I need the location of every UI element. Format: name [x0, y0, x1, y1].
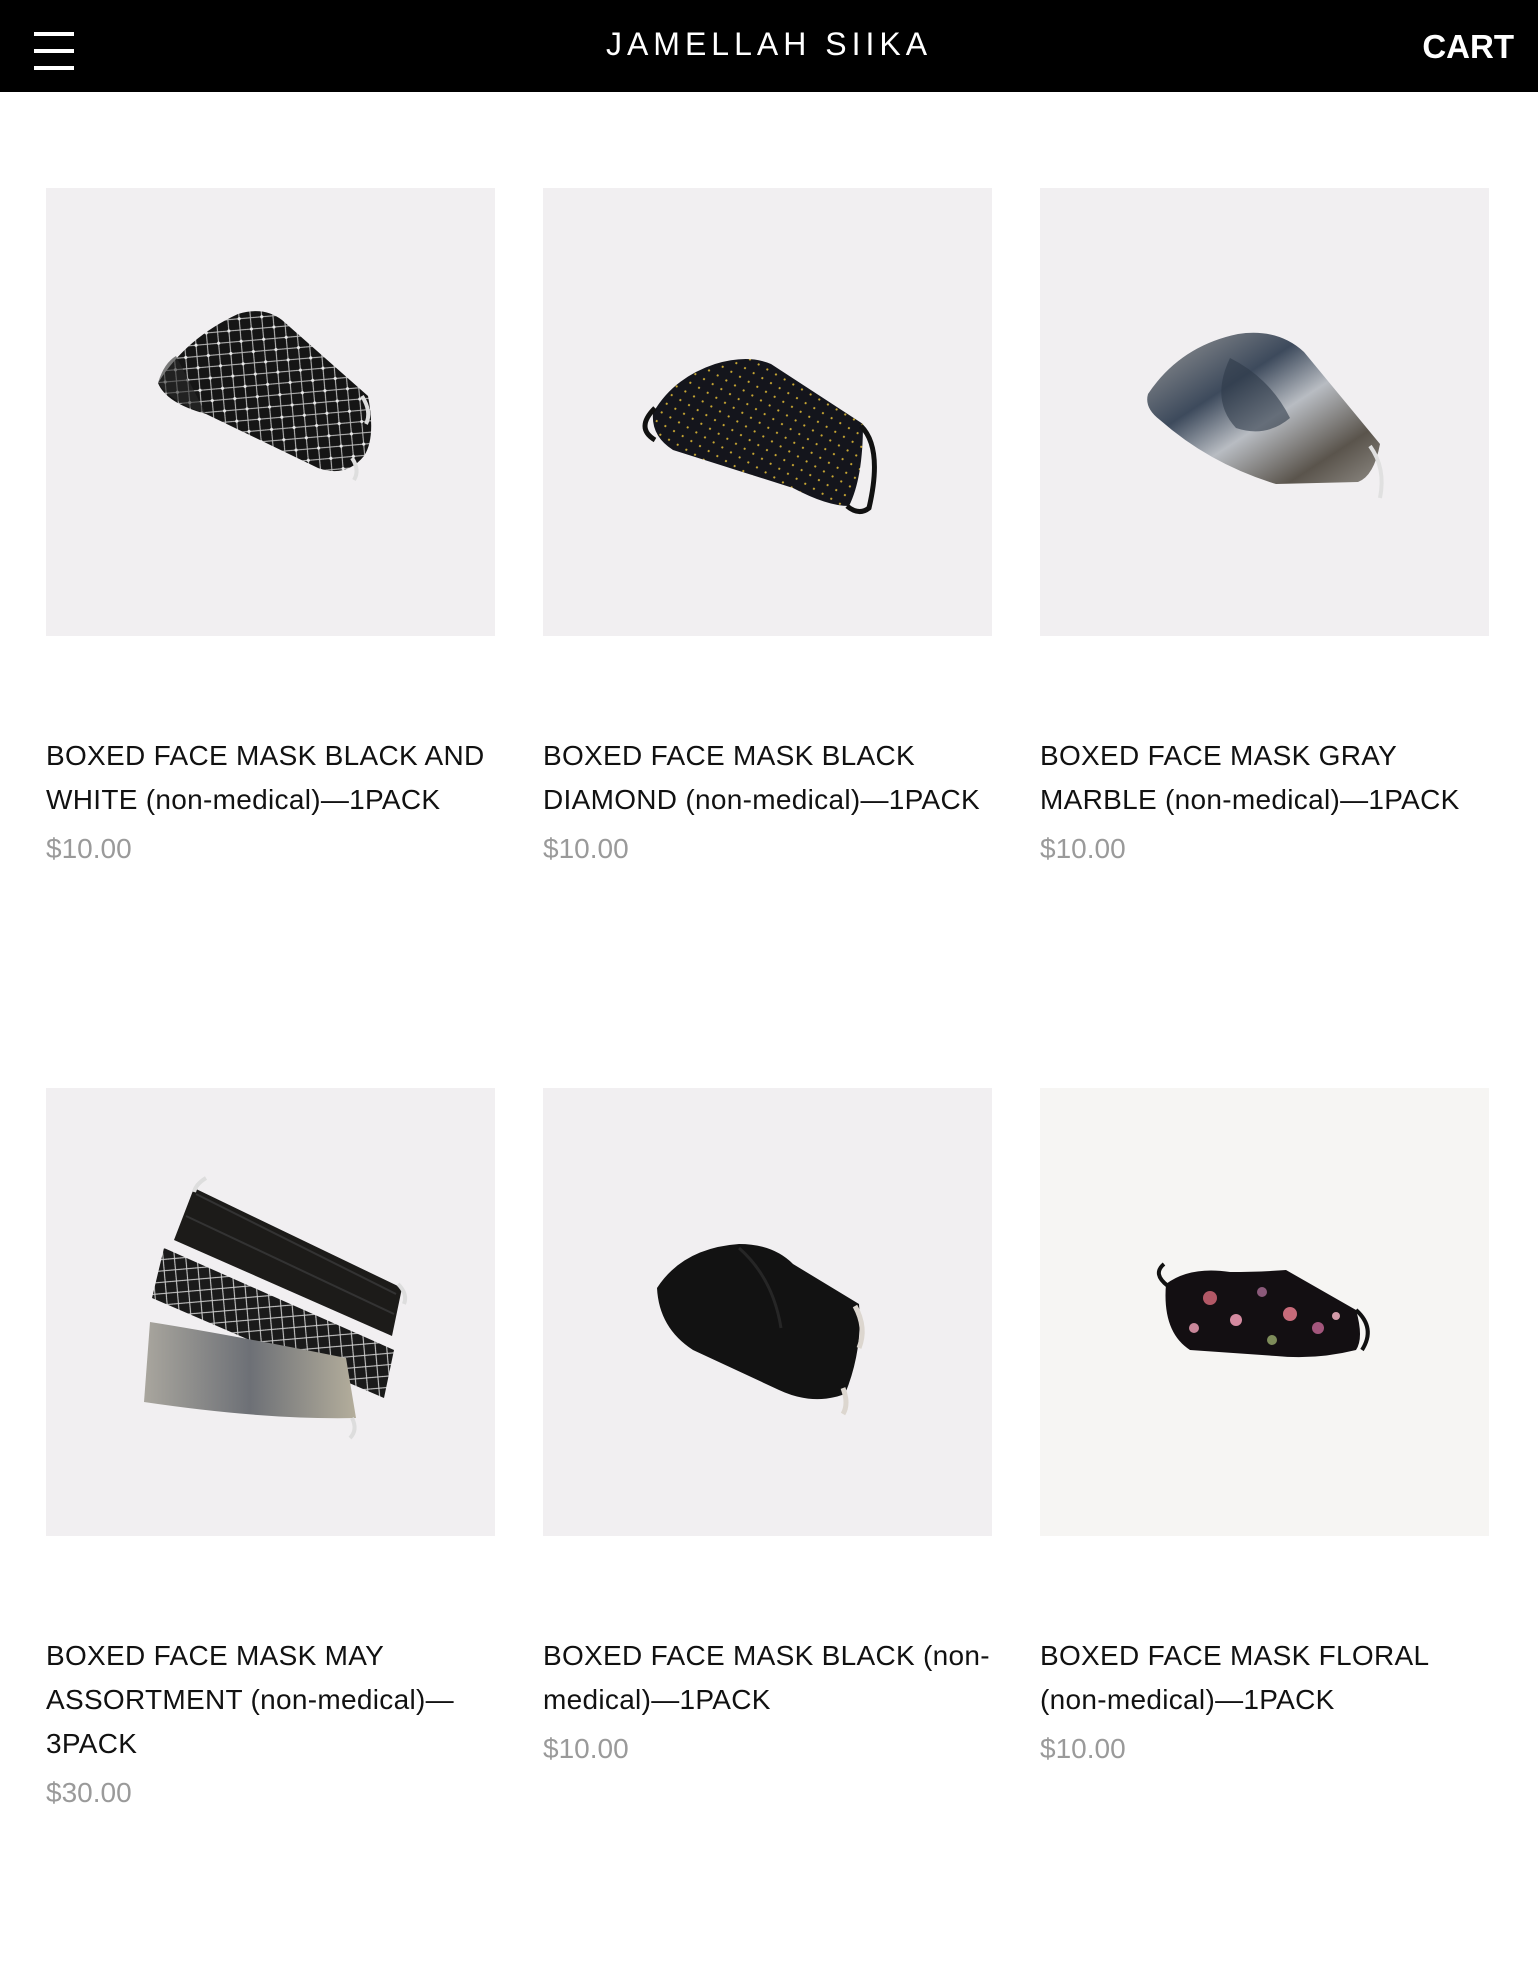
site-logo: JAMELLAH SIIKA: [0, 26, 1538, 63]
mask-black-image: [657, 1244, 865, 1416]
mask-gray-marble-image: [1147, 332, 1384, 499]
product-title[interactable]: BOXED FACE MASK BLACK DIAMOND (non-medic…: [543, 734, 992, 822]
product-card[interactable]: BOXED FACE MASK BLACK (non-medical)—1PAC…: [543, 1088, 992, 1768]
product-image[interactable]: [46, 1088, 495, 1536]
product-card[interactable]: BOXED FACE MASK BLACK DIAMOND (non-medic…: [543, 188, 992, 868]
product-price: $10.00: [1040, 1733, 1126, 1764]
cart-link[interactable]: CART: [1422, 28, 1514, 66]
product-title[interactable]: BOXED FACE MASK MAY ASSORTMENT (non-medi…: [46, 1634, 495, 1766]
product-price: $30.00: [46, 1777, 132, 1808]
product-image[interactable]: [1040, 1088, 1489, 1536]
product-price: $10.00: [46, 833, 132, 864]
product-title[interactable]: BOXED FACE MASK BLACK AND WHITE (non-med…: [46, 734, 495, 822]
product-card[interactable]: BOXED FACE MASK GRAY MARBLE (non-medical…: [1040, 188, 1489, 868]
product-image[interactable]: [46, 188, 495, 636]
product-title[interactable]: BOXED FACE MASK FLORAL (non-medical)—1PA…: [1040, 1634, 1489, 1722]
mask-assortment-image: [144, 1176, 408, 1440]
mask-floral-image: [1156, 1262, 1370, 1358]
product-title[interactable]: BOXED FACE MASK GRAY MARBLE (non-medical…: [1040, 734, 1489, 822]
product-title[interactable]: BOXED FACE MASK BLACK (non-medical)—1PAC…: [543, 1634, 992, 1722]
product-card[interactable]: BOXED FACE MASK MAY ASSORTMENT (non-medi…: [46, 1088, 495, 1812]
brand-link[interactable]: JAMELLAH SIIKA: [606, 26, 932, 62]
product-card[interactable]: BOXED FACE MASK FLORAL (non-medical)—1PA…: [1040, 1088, 1489, 1768]
mask-black-white-image: [158, 311, 372, 482]
menu-line: [34, 66, 74, 70]
product-price: $10.00: [543, 833, 629, 864]
product-price: $10.00: [1040, 833, 1126, 864]
product-price: $10.00: [543, 1733, 629, 1764]
product-image[interactable]: [543, 188, 992, 636]
product-card[interactable]: BOXED FACE MASK BLACK AND WHITE (non-med…: [46, 188, 495, 868]
mask-black-diamond-image: [642, 359, 877, 514]
product-image[interactable]: [543, 1088, 992, 1536]
top-navigation-bar: JAMELLAH SIIKA CART: [0, 0, 1538, 92]
product-image[interactable]: [1040, 188, 1489, 636]
